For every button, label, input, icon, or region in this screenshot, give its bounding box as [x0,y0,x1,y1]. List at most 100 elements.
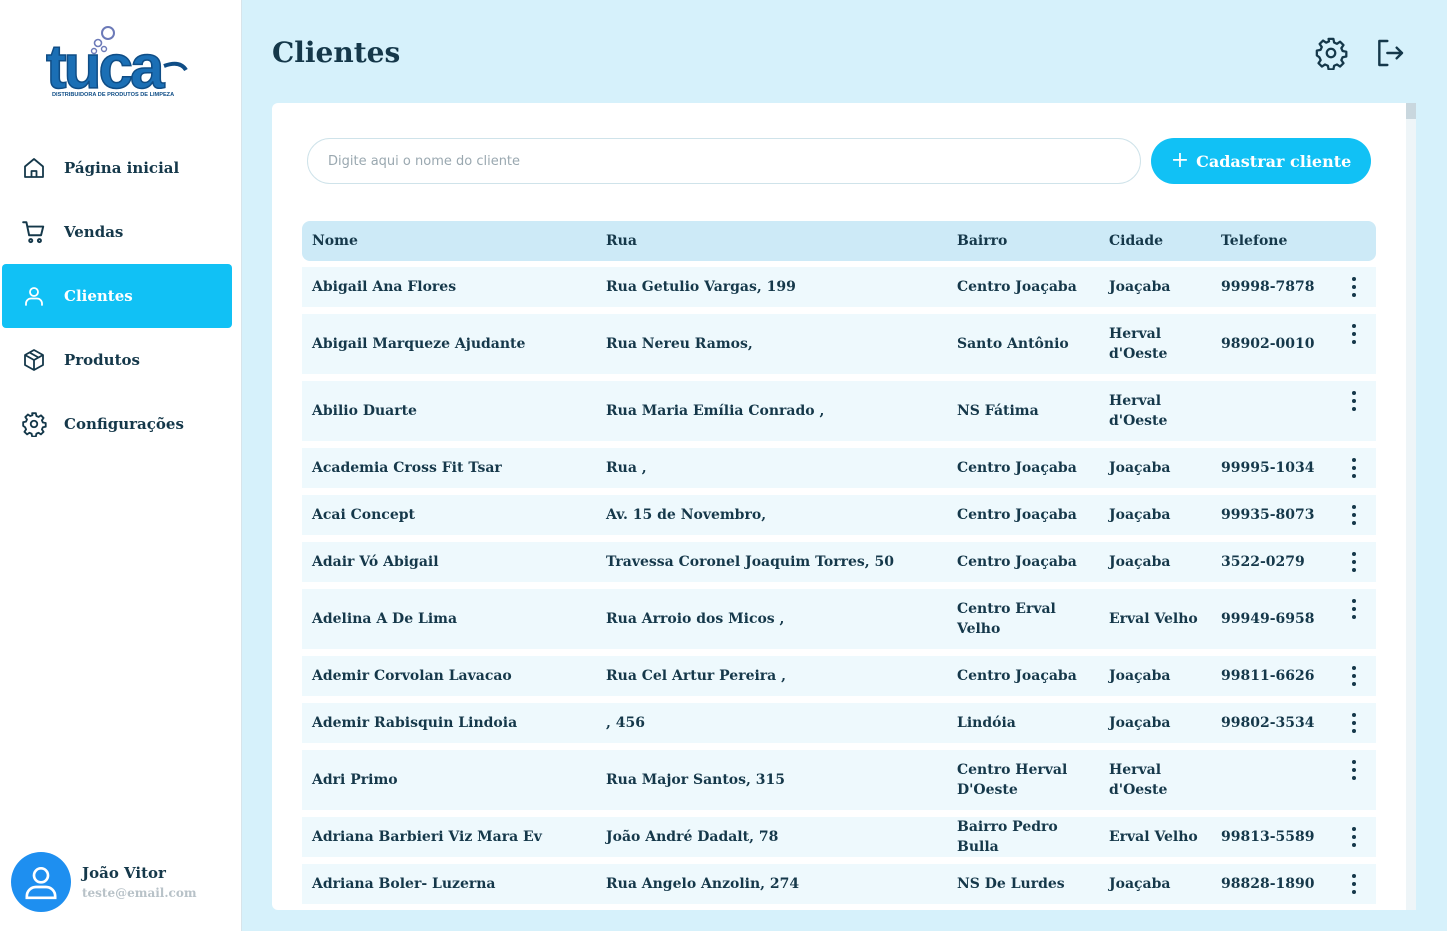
row-menu-icon[interactable] [1351,760,1356,810]
cell-nome: Adri Primo [312,772,398,788]
row-menu-icon[interactable] [1351,552,1356,582]
sidebar-item-label: Vendas [64,223,124,241]
cell-telefone: 99802-3534 [1221,715,1315,731]
gear-icon [21,411,47,437]
table-row[interactable]: Academia Cross Fit Tsar Rua , Centro Joa… [302,448,1376,488]
cell-rua: Rua Maria Emília Conrado , [606,403,825,419]
cell-telefone: 99949-6958 [1221,611,1315,627]
cell-telefone: 98902-0010 [1221,336,1315,352]
table-row[interactable]: Abilio Duarte Rua Maria Emília Conrado ,… [302,381,1376,441]
sidebar: tuca DISTRIBUIDORA DE PRODUTOS DE LIMPEZ… [0,0,242,931]
cell-bairro: Centro Joaçaba [957,460,1077,476]
column-header-rua[interactable]: Rua [596,233,947,249]
table-row[interactable]: Adriana Boler- Luzerna Rua Angelo Anzoli… [302,864,1376,904]
table-row[interactable]: Ademir Corvolan Lavacao Rua Cel Artur Pe… [302,656,1376,696]
column-header-telefone[interactable]: Telefone [1211,233,1331,249]
table-row[interactable]: Abigail Marqueze Ajudante Rua Nereu Ramo… [302,314,1376,374]
row-menu-icon[interactable] [1351,827,1356,857]
cell-cidade: Herval d'Oeste [1109,762,1168,798]
add-client-label: Cadastrar cliente [1196,151,1352,171]
table-row[interactable]: Adelina A De Lima Rua Arroio dos Micos ,… [302,589,1376,649]
cell-bairro: Santo Antônio [957,336,1069,352]
cell-bairro: NS Fátima [957,403,1039,419]
cell-cidade: Joaçaba [1109,279,1171,295]
user-name: João Vitor [82,864,166,882]
cell-cidade: Erval Velho [1109,829,1198,845]
cell-rua: Rua , [606,460,647,476]
row-menu-icon[interactable] [1351,599,1356,649]
cell-nome: Acai Concept [312,507,415,523]
cell-rua: João André Dadalt, 78 [606,829,779,845]
cell-nome: Adriana Barbieri Viz Mara Ev [312,829,542,845]
row-menu-icon[interactable] [1351,713,1356,743]
cell-rua: Rua Nereu Ramos, [606,336,753,352]
sidebar-item-label: Página inicial [64,159,180,177]
sidebar-nav: Página inicial Vendas Clientes Produtos … [2,136,232,456]
cell-bairro: Centro Erval Velho [957,601,1056,637]
avatar [11,852,71,912]
user-icon [21,283,47,309]
user-email: teste@email.com [82,886,197,900]
table-row[interactable]: Adair Vó Abigail Travessa Coronel Joaqui… [302,542,1376,582]
cell-telefone: 99811-6626 [1221,668,1315,684]
column-header-bairro[interactable]: Bairro [947,233,1099,249]
cell-rua: Travessa Coronel Joaquim Torres, 50 [606,554,894,570]
table-row[interactable]: Acai Concept Av. 15 de Novembro, Centro … [302,495,1376,535]
logout-icon[interactable] [1373,36,1407,70]
row-menu-icon[interactable] [1351,874,1356,904]
scrollbar-thumb[interactable] [1406,103,1416,119]
home-icon [21,155,47,181]
column-header-cidade[interactable]: Cidade [1099,233,1211,249]
sidebar-item-label: Produtos [64,351,140,369]
cell-rua: Rua Getulio Vargas, 199 [606,279,796,295]
row-menu-icon[interactable] [1351,505,1356,535]
table-row[interactable]: Abigail Ana Flores Rua Getulio Vargas, 1… [302,267,1376,307]
cell-nome: Adriana Boler- Luzerna [312,876,496,892]
cell-telefone: 98828-1890 [1221,876,1315,892]
page-title: Clientes [272,36,401,69]
cell-cidade: Joaçaba [1109,554,1171,570]
sidebar-item-configuracoes[interactable]: Configurações [2,392,232,456]
cell-nome: Adair Vó Abigail [312,554,439,570]
table-row[interactable]: Ademir Rabisquin Lindoia , 456 Lindóia J… [302,703,1376,743]
row-menu-icon[interactable] [1351,391,1356,441]
row-menu-icon[interactable] [1351,277,1356,307]
cell-rua: Rua Angelo Anzolin, 274 [606,876,800,892]
row-menu-icon[interactable] [1351,666,1356,696]
cell-rua: Rua Cel Artur Pereira , [606,668,786,684]
table-row[interactable]: Adriana Barbieri Viz Mara Ev João André … [302,817,1376,857]
sidebar-item-clientes[interactable]: Clientes [2,264,232,328]
sidebar-item-pagina-inicial[interactable]: Página inicial [2,136,232,200]
cell-telefone: 99813-5589 [1221,829,1315,845]
cell-bairro: Centro Joaçaba [957,554,1077,570]
cell-telefone: 99935-8073 [1221,507,1315,523]
sidebar-item-produtos[interactable]: Produtos [2,328,232,392]
column-header-nome[interactable]: Nome [302,233,596,249]
cell-bairro: NS De Lurdes [957,876,1065,892]
cell-bairro: Lindóia [957,715,1016,731]
cell-nome: Abigail Ana Flores [312,279,457,295]
cell-rua: Rua Major Santos, 315 [606,772,785,788]
cell-nome: Abilio Duarte [312,403,417,419]
table-row[interactable]: Adri Primo Rua Major Santos, 315 Centro … [302,750,1376,810]
add-client-button[interactable]: + Cadastrar cliente [1151,138,1371,184]
cell-telefone: 3522-0279 [1221,554,1305,570]
clients-card: + Cadastrar cliente Nome Rua Bairro Cida… [272,103,1416,910]
user-profile[interactable]: João Vitor teste@email.com [11,852,197,912]
cell-cidade: Joaçaba [1109,876,1171,892]
cell-cidade: Joaçaba [1109,507,1171,523]
cell-rua: , 456 [606,715,645,731]
cell-bairro: Centro Joaçaba [957,507,1077,523]
cell-nome: Adelina A De Lima [312,611,458,627]
cell-bairro: Bairro Pedro Bulla [957,819,1058,855]
row-menu-icon[interactable] [1351,458,1356,488]
search-input[interactable] [307,138,1141,184]
row-menu-icon[interactable] [1351,324,1356,374]
cart-icon [21,219,47,245]
settings-icon[interactable] [1314,36,1348,70]
scrollbar[interactable] [1406,103,1416,910]
cell-nome: Ademir Corvolan Lavacao [312,668,512,684]
sidebar-item-vendas[interactable]: Vendas [2,200,232,264]
cell-bairro: Centro Herval D'Oeste [957,762,1068,798]
box-icon [21,347,47,373]
